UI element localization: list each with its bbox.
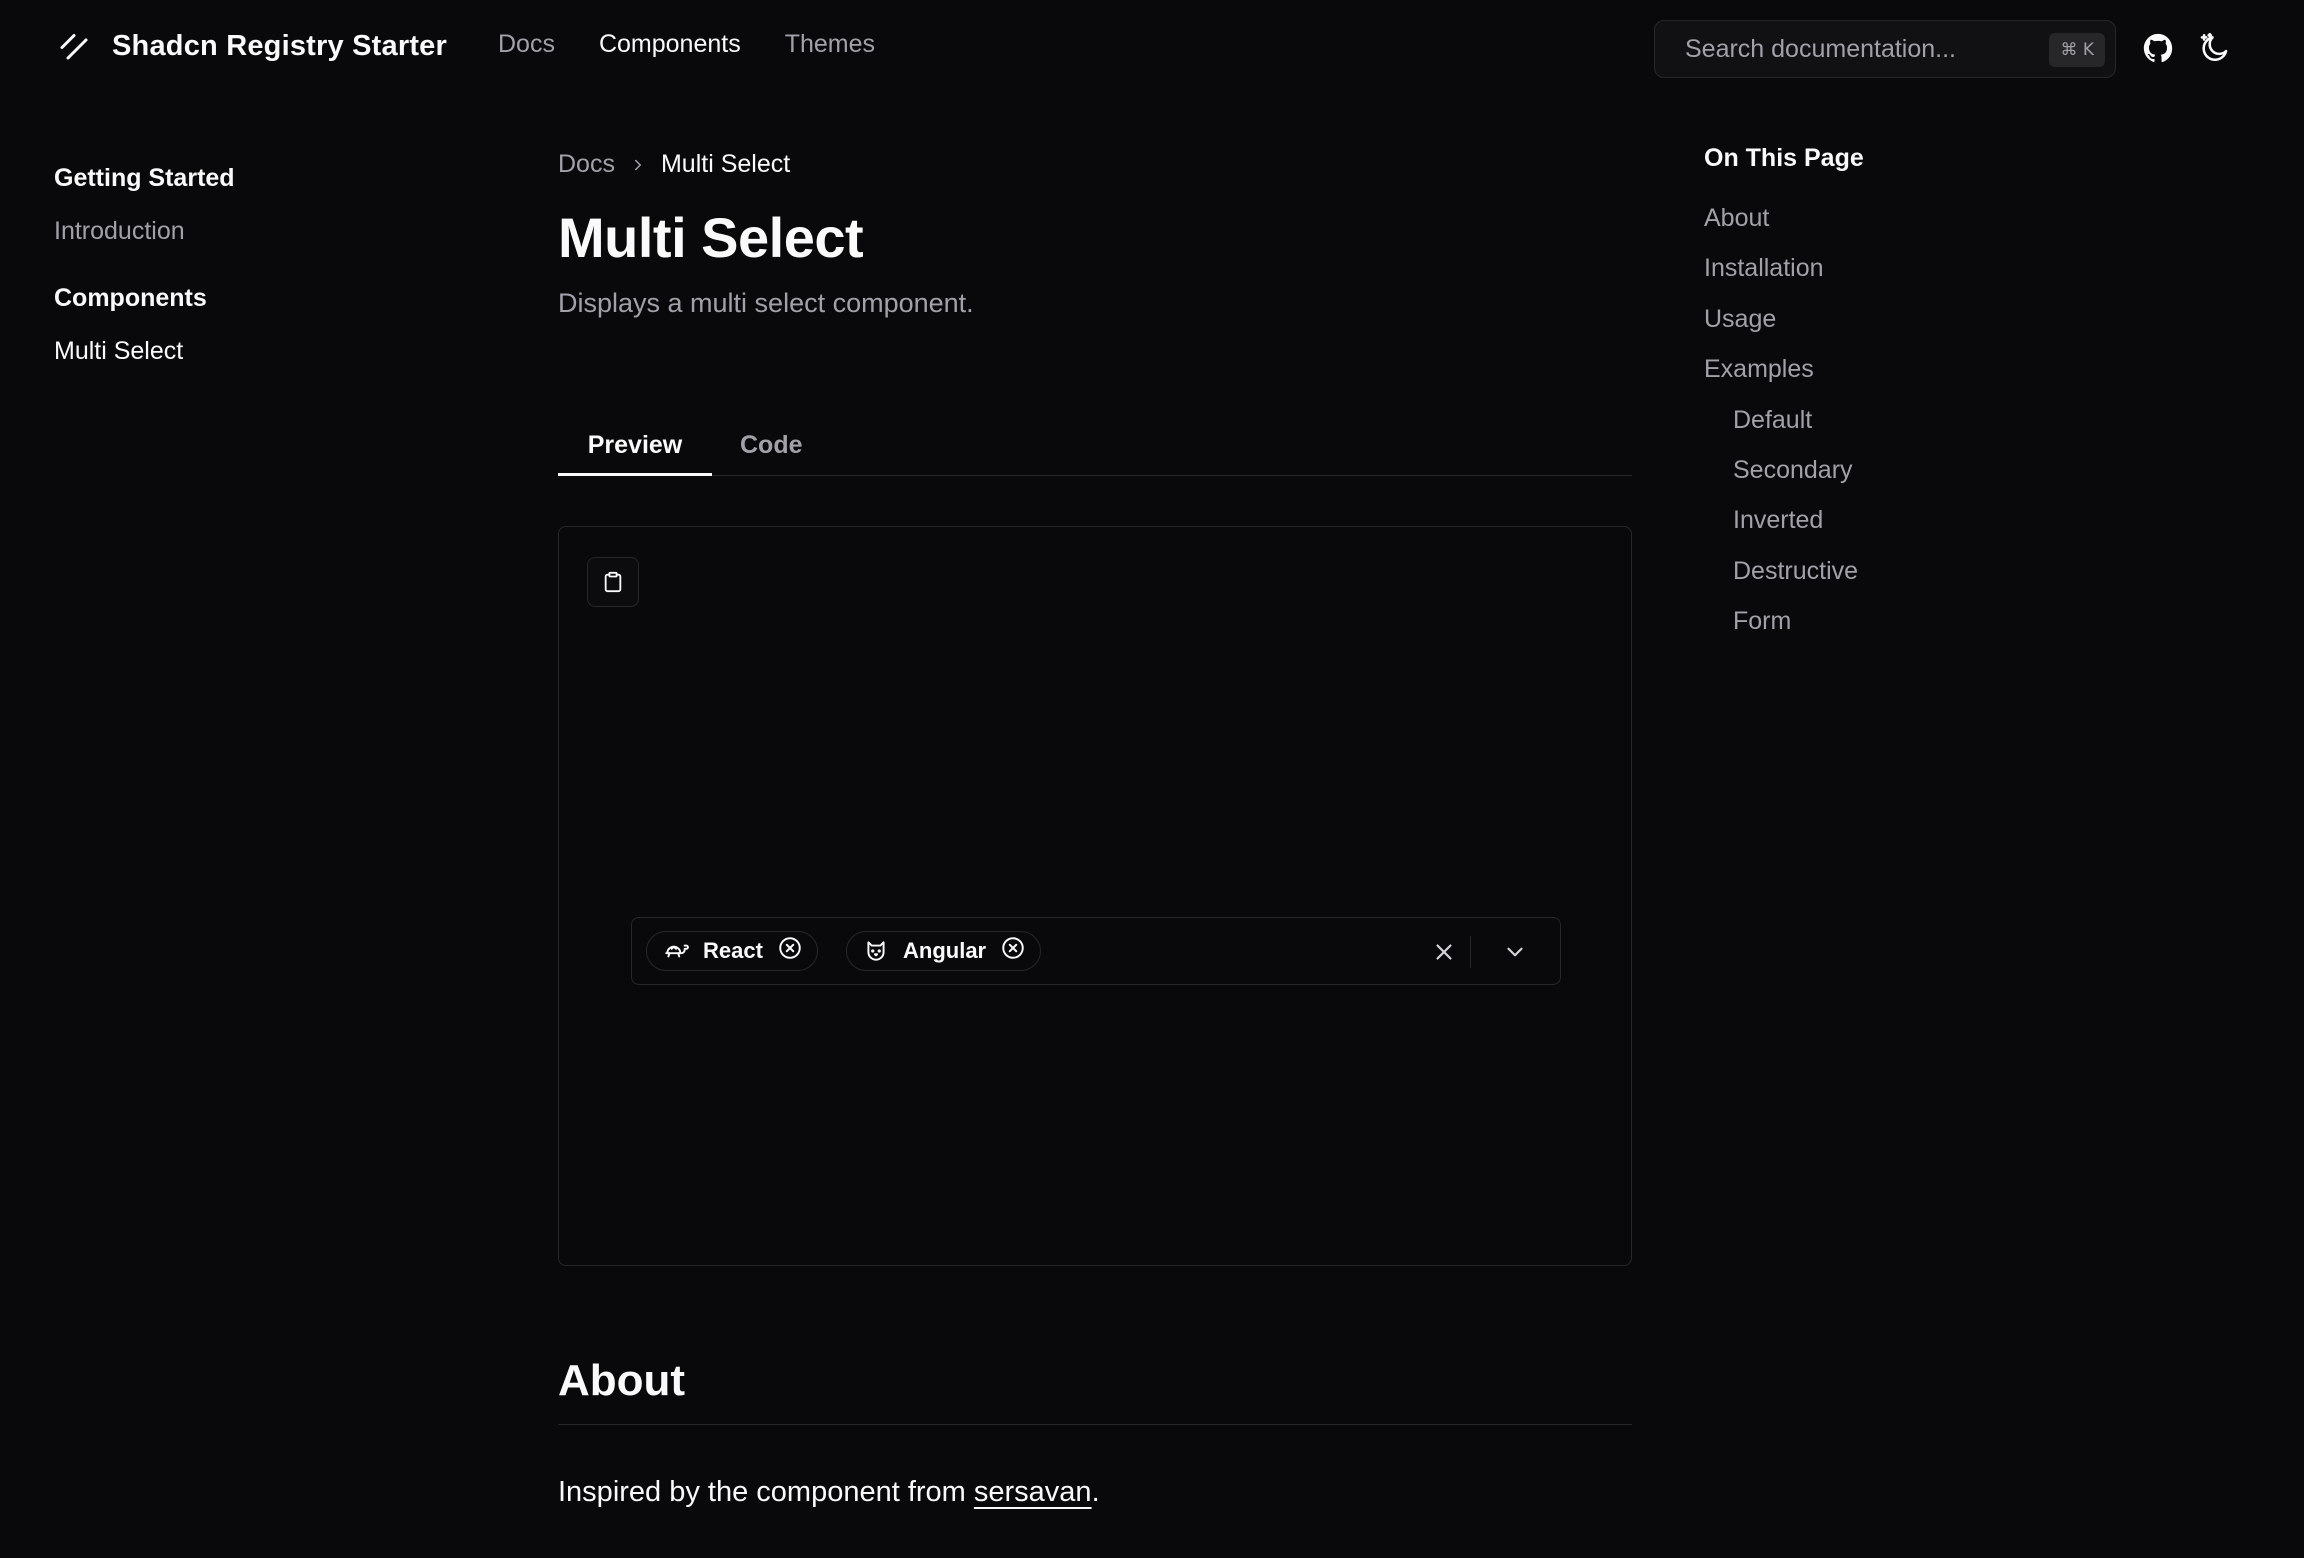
toc-item-examples[interactable]: Examples	[1704, 352, 2104, 402]
x-circle-icon	[1002, 937, 1024, 959]
github-icon	[2143, 33, 2173, 63]
page-title: Multi Select	[558, 206, 864, 269]
toc-item-usage[interactable]: Usage	[1704, 302, 2104, 352]
toc-item-installation[interactable]: Installation	[1704, 251, 2104, 301]
toc-item-secondary[interactable]: Secondary	[1704, 453, 2104, 503]
x-circle-icon	[779, 937, 801, 959]
about-paragraph: Inspired by the component from sersavan.	[558, 1476, 1100, 1509]
nav-themes[interactable]: Themes	[785, 30, 875, 59]
sidebar-heading: Components	[54, 284, 207, 312]
chip-label: Angular	[903, 938, 987, 963]
brand-link[interactable]: Shadcn Registry Starter	[56, 28, 447, 64]
separator	[1470, 936, 1471, 968]
sersavan-link[interactable]: sersavan	[974, 1476, 1092, 1508]
toc-title: On This Page	[1704, 144, 1864, 172]
table-of-contents: On This Page About Installation Usage Ex…	[1704, 144, 2104, 655]
sidebar-item-introduction[interactable]: Introduction	[54, 217, 414, 246]
docs-page: Shadcn Registry Starter Docs Components …	[0, 0, 2304, 1558]
toc-item-default[interactable]: Default	[1704, 403, 2104, 453]
chip-label: React	[703, 938, 763, 963]
github-button[interactable]	[2136, 26, 2180, 70]
dropdown-toggle[interactable]	[1498, 936, 1532, 968]
main-content: Docs Multi Select Multi Select Displays …	[558, 150, 1632, 1508]
component-preview: React Angular	[558, 526, 1632, 1266]
chip-remove-button[interactable]	[777, 935, 803, 967]
breadcrumb-docs[interactable]: Docs	[558, 150, 615, 179]
nav-docs[interactable]: Docs	[498, 30, 555, 59]
chip-remove-button[interactable]	[1000, 935, 1026, 967]
tab-preview[interactable]: Preview	[558, 422, 712, 476]
toc-item-about[interactable]: About	[1704, 201, 2104, 251]
site-header: Shadcn Registry Starter Docs Components …	[0, 0, 2304, 94]
about-heading: About	[558, 1356, 1632, 1425]
multi-select[interactable]: React Angular	[631, 917, 1561, 985]
toc-item-destructive[interactable]: Destructive	[1704, 554, 2104, 604]
turtle-icon	[665, 944, 689, 958]
sidebar-heading: Getting Started	[54, 164, 235, 192]
toc-item-inverted[interactable]: Inverted	[1704, 503, 2104, 553]
about-text: Inspired by the component from	[558, 1476, 974, 1508]
clear-all-button[interactable]	[1428, 936, 1460, 968]
chevron-right-icon	[634, 159, 641, 170]
close-icon	[1436, 944, 1452, 960]
about-text-end: .	[1091, 1476, 1100, 1508]
top-nav: Docs Components Themes	[498, 30, 875, 59]
selected-chip-react[interactable]: React	[646, 931, 818, 971]
search-input[interactable]: Search documentation... ⌘ K	[1654, 20, 2116, 78]
sidebar-group-components: Components Multi Select	[54, 284, 414, 366]
sidebar-group-getting-started: Getting Started Introduction	[54, 164, 414, 246]
page-subtitle: Displays a multi select component.	[558, 288, 974, 318]
logo-slash-icon	[60, 34, 88, 60]
theme-toggle-icon	[2200, 32, 2228, 62]
clipboard-icon	[604, 571, 622, 593]
selected-chip-angular[interactable]: Angular	[846, 931, 1042, 971]
sidebar-item-multi-select[interactable]: Multi Select	[54, 337, 414, 366]
tab-code[interactable]: Code	[740, 422, 803, 476]
search-placeholder: Search documentation...	[1685, 35, 1956, 63]
preview-code-tabs: Preview Code	[558, 422, 1632, 476]
search-shortcut-badge: ⌘ K	[2049, 33, 2105, 67]
breadcrumb: Docs Multi Select	[558, 150, 1632, 179]
brand-name: Shadcn Registry Starter	[112, 29, 447, 62]
breadcrumb-current: Multi Select	[660, 150, 791, 178]
chevron-down-icon	[1507, 947, 1523, 957]
toc-item-form[interactable]: Form	[1704, 604, 2104, 654]
nav-components[interactable]: Components	[599, 30, 741, 59]
theme-toggle-button[interactable]	[2192, 26, 2236, 70]
copy-button[interactable]	[587, 557, 639, 607]
docs-sidebar: Getting Started Introduction Components …	[54, 164, 414, 404]
cat-icon	[867, 941, 885, 961]
